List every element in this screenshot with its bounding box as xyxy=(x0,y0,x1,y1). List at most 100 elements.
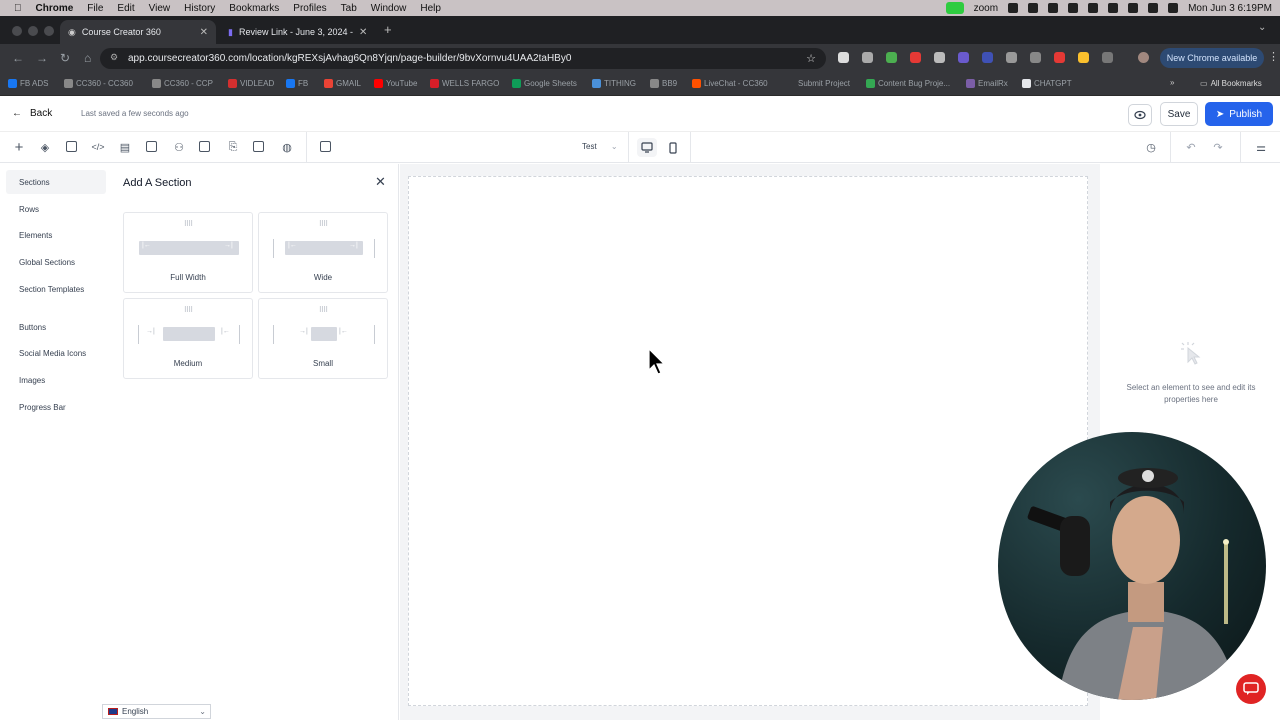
gear-icon[interactable] xyxy=(1008,3,1019,13)
minimize-window-icon[interactable] xyxy=(28,26,38,36)
settings-sliders-icon[interactable]: ⚌ xyxy=(1254,140,1268,154)
bookmark-tithing[interactable]: TITHING xyxy=(592,79,636,88)
kebab-menu-icon[interactable]: ⋮ xyxy=(1268,50,1279,63)
siri-icon[interactable] xyxy=(1168,3,1179,13)
back-arrow-icon[interactable]: ← xyxy=(12,51,24,65)
extension-icon[interactable] xyxy=(838,52,849,63)
undo-icon[interactable]: ↶ xyxy=(1184,140,1198,154)
extension-icon[interactable] xyxy=(886,52,897,63)
nav-progress-bar[interactable]: Progress Bar xyxy=(6,395,106,419)
nav-global-sections[interactable]: Global Sections xyxy=(6,250,106,274)
bookmark-star-icon[interactable]: ☆ xyxy=(806,52,816,65)
new-chrome-available-button[interactable]: New Chrome available xyxy=(1160,48,1264,68)
search-icon[interactable] xyxy=(1128,3,1139,13)
section-card-small[interactable]: ⠿⠿ →| |← Small xyxy=(258,298,388,379)
publish-button[interactable]: ➤ Publish xyxy=(1205,102,1273,126)
nav-rows[interactable]: Rows xyxy=(6,197,106,221)
bookmark-fb-ads[interactable]: FB ADS xyxy=(8,79,48,88)
menu-bookmarks[interactable]: Bookmarks xyxy=(229,3,279,14)
extension-icon[interactable] xyxy=(1030,52,1041,63)
bookmark-gmail[interactable]: GMAIL xyxy=(324,79,361,88)
maximize-window-icon[interactable] xyxy=(44,26,54,36)
extensions-puzzle-icon[interactable] xyxy=(1102,52,1113,63)
terminal-icon[interactable] xyxy=(253,141,264,152)
section-card-wide[interactable]: ⠿⠿ |← →| Wide xyxy=(258,212,388,293)
code-icon[interactable]: </> xyxy=(91,140,105,154)
profile-avatar[interactable] xyxy=(1138,52,1149,63)
menu-edit[interactable]: Edit xyxy=(117,3,134,14)
browser-window-icon[interactable] xyxy=(199,141,210,152)
all-bookmarks-folder[interactable]: ▭ All Bookmarks xyxy=(1200,79,1262,88)
menu-chrome[interactable]: Chrome xyxy=(36,3,74,14)
record-icon[interactable] xyxy=(1028,3,1039,13)
camera-active-icon[interactable] xyxy=(945,2,964,14)
zoom-label[interactable]: zoom xyxy=(974,3,998,14)
add-plus-icon[interactable]: + xyxy=(12,139,26,156)
drag-handle-icon[interactable]: ⠿⠿ xyxy=(124,306,252,314)
split-columns-icon[interactable] xyxy=(320,141,331,152)
play-icon[interactable] xyxy=(1088,3,1099,13)
extension-icon[interactable] xyxy=(910,52,921,63)
bookmark-livechat[interactable]: LiveChat - CC360 xyxy=(692,79,768,88)
bookmark-content-bug[interactable]: Content Bug Proje... xyxy=(866,79,950,88)
a-app-icon[interactable] xyxy=(1068,3,1079,13)
bookmark-wells-fargo[interactable]: WELLS FARGO xyxy=(430,79,499,88)
drag-handle-icon[interactable]: ⠿⠿ xyxy=(124,220,252,228)
bookmark-chatgpt[interactable]: CHATGPT xyxy=(1022,79,1072,88)
bookmark-youtube[interactable]: YouTube xyxy=(374,79,417,88)
menu-file[interactable]: File xyxy=(87,3,103,14)
apple-menu-icon[interactable]:  xyxy=(14,3,22,14)
chevron-right-icon[interactable]: » xyxy=(1170,78,1174,87)
language-select[interactable]: English ⌄ xyxy=(102,704,211,719)
extension-icon[interactable] xyxy=(1078,52,1089,63)
menu-view[interactable]: View xyxy=(149,3,171,14)
nav-images[interactable]: Images xyxy=(6,368,106,392)
layers-icon[interactable]: ◈ xyxy=(38,140,52,154)
reload-icon[interactable]: ↻ xyxy=(60,51,70,65)
camera-extension-icon[interactable] xyxy=(934,52,945,63)
page-variant-select[interactable]: Test ⌄ xyxy=(582,142,618,151)
nav-buttons[interactable]: Buttons xyxy=(6,315,106,339)
text-box-icon[interactable] xyxy=(146,141,157,152)
bookmark-vidlead[interactable]: VIDLEAD xyxy=(228,79,274,88)
bookmark-bb9[interactable]: BB9 xyxy=(650,79,677,88)
close-icon[interactable]: ✕ xyxy=(375,174,386,190)
nav-elements[interactable]: Elements xyxy=(6,223,106,247)
extension-icon[interactable] xyxy=(1054,52,1065,63)
redo-icon[interactable]: ↷ xyxy=(1211,140,1225,154)
page-canvas-area[interactable] xyxy=(408,176,1088,706)
control-center-icon[interactable] xyxy=(1148,3,1159,13)
menu-tab[interactable]: Tab xyxy=(341,3,357,14)
section-card-full-width[interactable]: ⠿⠿ |← →| Full Width xyxy=(123,212,253,293)
drag-handle-icon[interactable]: ⠿⠿ xyxy=(259,306,387,314)
bookmark-emailrx[interactable]: EmailRx xyxy=(966,79,1008,88)
bookmark-fb[interactable]: FB xyxy=(286,79,308,88)
new-tab-icon[interactable]: + xyxy=(384,22,392,37)
extension-icon[interactable] xyxy=(982,52,993,63)
nav-section-templates[interactable]: Section Templates xyxy=(6,277,106,301)
tab-review-link[interactable]: ▮ Review Link - June 3, 2024 - ✕ xyxy=(220,20,372,44)
bookmark-cc360-cc360[interactable]: CC360 - CC360 xyxy=(64,79,133,88)
forward-arrow-icon[interactable]: → xyxy=(36,51,48,65)
bookmark-google-sheets[interactable]: Google Sheets xyxy=(512,79,577,88)
desktop-view-button[interactable] xyxy=(637,138,657,157)
tab-course-creator[interactable]: ◉ Course Creator 360 ✕ xyxy=(60,20,216,44)
close-window-icon[interactable] xyxy=(12,26,22,36)
chat-support-button[interactable] xyxy=(1236,674,1266,704)
n-app-icon[interactable] xyxy=(1048,3,1059,13)
site-info-icon[interactable]: ⚙ xyxy=(110,52,118,63)
history-icon[interactable]: ◷ xyxy=(1144,140,1158,154)
tab-search-icon[interactable]: ⌄ xyxy=(1258,22,1266,33)
paint-roller-icon[interactable]: ▤ xyxy=(118,140,132,154)
shapes-icon[interactable]: ⚇ xyxy=(172,140,186,154)
bookmark-cc360-ccp[interactable]: CC360 - CCP xyxy=(152,79,213,88)
back-button[interactable]: ← Back xyxy=(12,108,52,119)
drag-handle-icon[interactable]: ⠿⠿ xyxy=(259,220,387,228)
close-tab-icon[interactable]: ✕ xyxy=(200,27,208,38)
palette-icon[interactable]: ◍ xyxy=(280,140,294,154)
section-card-medium[interactable]: ⠿⠿ →| |← Medium xyxy=(123,298,253,379)
page-search-icon[interactable]: ⎘ xyxy=(226,140,240,154)
nav-social-media-icons[interactable]: Social Media Icons xyxy=(6,341,106,365)
menu-help[interactable]: Help xyxy=(420,3,441,14)
nav-sections[interactable]: Sections xyxy=(6,170,106,194)
